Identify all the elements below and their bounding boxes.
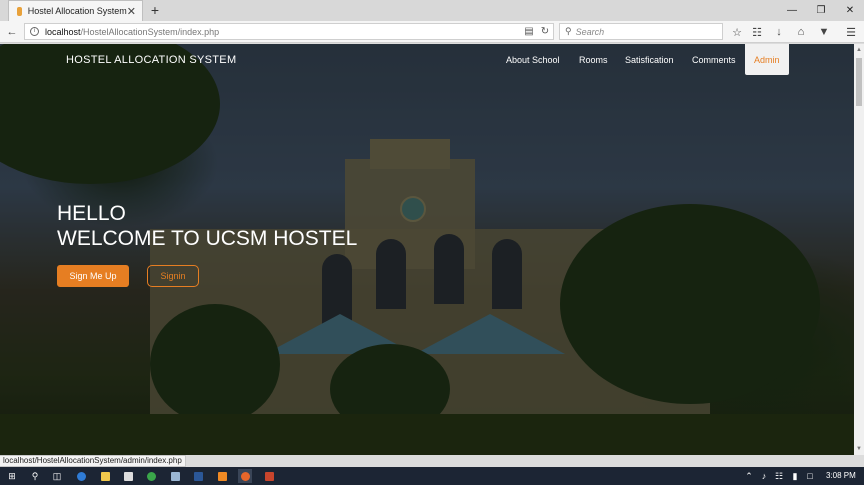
scroll-up-icon[interactable]: ▲ bbox=[854, 45, 864, 55]
tab-title: Hostel Allocation System bbox=[27, 6, 127, 16]
sign-up-button[interactable]: Sign Me Up bbox=[57, 265, 129, 287]
nav-admin[interactable]: Admin bbox=[745, 44, 789, 75]
url-bar[interactable]: i localhost/HostelAllocationSystem/index… bbox=[24, 23, 554, 40]
scroll-down-icon[interactable]: ▼ bbox=[854, 444, 864, 454]
page-viewport: HOSTEL ALLOCATION SYSTEM About School Ro… bbox=[0, 44, 854, 455]
tray-chevron-icon[interactable]: ⌃ bbox=[742, 469, 756, 483]
network-icon[interactable]: ☷ bbox=[772, 469, 786, 483]
nav-about-school[interactable]: About School bbox=[506, 55, 560, 65]
status-bar-url: localhost/HostelAllocationSystem/admin/i… bbox=[0, 455, 186, 467]
search-input[interactable]: ⚲ Search bbox=[559, 23, 723, 40]
scrollbar-thumb[interactable] bbox=[856, 58, 862, 106]
file-explorer-icon[interactable] bbox=[98, 469, 112, 483]
word-icon[interactable] bbox=[191, 469, 205, 483]
vertical-scrollbar[interactable]: ▲ ▼ bbox=[854, 44, 864, 455]
search-icon[interactable]: ⚲ bbox=[28, 469, 42, 483]
notepad-icon[interactable] bbox=[168, 469, 182, 483]
tab-strip: Hostel Allocation System ✕ + — ❐ ✕ bbox=[0, 0, 864, 21]
battery-icon[interactable]: ▮ bbox=[788, 469, 802, 483]
browser-toolbar: ← i localhost/HostelAllocationSystem/ind… bbox=[0, 21, 864, 43]
reload-icon[interactable]: ↻ bbox=[537, 26, 553, 37]
minimize-icon[interactable]: — bbox=[779, 0, 805, 21]
notifications-icon[interactable]: □ bbox=[803, 469, 817, 483]
close-tab-icon[interactable]: ✕ bbox=[127, 5, 136, 18]
xbox-icon[interactable] bbox=[144, 469, 158, 483]
windows-start-icon[interactable]: ⊞ bbox=[5, 469, 19, 483]
sign-in-button[interactable]: Signin bbox=[147, 265, 199, 287]
pocket-icon[interactable]: ▼ bbox=[816, 24, 832, 40]
site-info-icon[interactable]: i bbox=[30, 27, 39, 36]
nav-satisfication[interactable]: Satisfication bbox=[625, 55, 674, 65]
taskbar: ⊞ ⚲ ◫ ⌃ ♪ ☷ ▮ □ 3:08 PM bbox=[0, 467, 864, 485]
taskbar-clock[interactable]: 3:08 PM bbox=[826, 471, 856, 480]
menu-icon[interactable]: ☰ bbox=[843, 24, 859, 40]
new-tab-button[interactable]: + bbox=[148, 2, 162, 18]
nav-comments[interactable]: Comments bbox=[692, 55, 736, 65]
home-icon[interactable]: ⌂ bbox=[793, 24, 809, 40]
hero-heading-line1: HELLO bbox=[57, 202, 126, 225]
search-icon: ⚲ bbox=[565, 26, 572, 36]
download-icon[interactable]: ↓ bbox=[771, 24, 787, 40]
browser-tab[interactable]: Hostel Allocation System ✕ bbox=[8, 0, 143, 21]
volume-icon[interactable]: ♪ bbox=[757, 469, 771, 483]
sublime-icon[interactable] bbox=[215, 469, 229, 483]
nav-rooms[interactable]: Rooms bbox=[579, 55, 608, 65]
bookmark-star-icon[interactable]: ☆ bbox=[729, 24, 745, 40]
store-icon[interactable] bbox=[121, 469, 135, 483]
powerpoint-icon[interactable] bbox=[262, 469, 276, 483]
hero-heading-line2: WELCOME TO UCSM HOSTEL bbox=[57, 227, 358, 250]
restore-icon[interactable]: ❐ bbox=[808, 0, 834, 21]
library-icon[interactable]: ☷ bbox=[749, 24, 765, 40]
window-close-icon[interactable]: ✕ bbox=[837, 0, 863, 21]
firefox-icon[interactable] bbox=[238, 469, 252, 483]
url-text[interactable]: localhost/HostelAllocationSystem/index.p… bbox=[45, 27, 521, 37]
task-view-icon[interactable]: ◫ bbox=[50, 469, 64, 483]
back-icon[interactable]: ← bbox=[4, 24, 20, 40]
favicon-icon bbox=[17, 6, 22, 16]
edge-icon[interactable] bbox=[74, 469, 88, 483]
reader-view-icon[interactable]: ▤ bbox=[521, 26, 537, 37]
search-placeholder: Search bbox=[575, 26, 605, 37]
site-brand[interactable]: HOSTEL ALLOCATION SYSTEM bbox=[66, 54, 236, 66]
